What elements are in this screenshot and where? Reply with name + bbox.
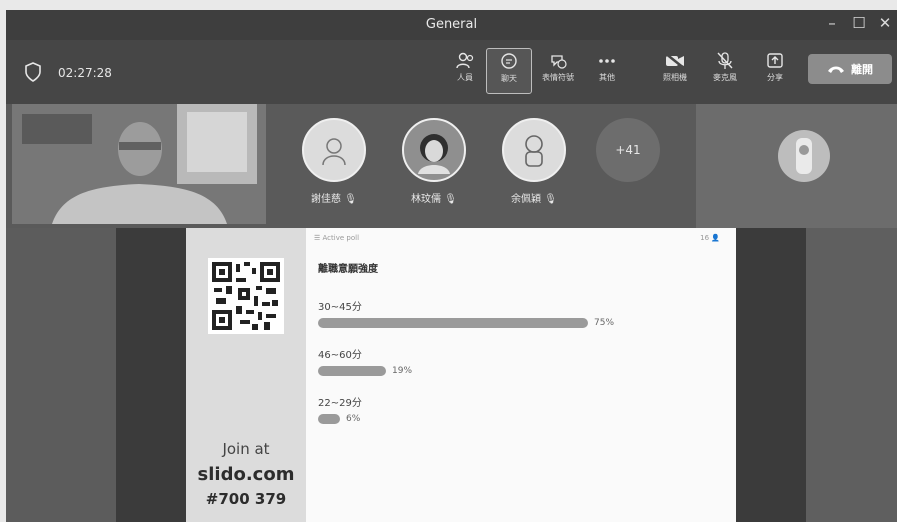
speaker-video-tile[interactable] [12,104,266,224]
reactions-label: 表情符號 [542,73,574,82]
mic-muted-icon: 🎙 [444,194,457,205]
poll-status: ☰ Active poll [314,234,360,242]
participant-name: 林玟儒 🎙 [411,194,457,205]
more-label: 其他 [599,73,615,82]
poll-option-percent: 19% [392,366,413,376]
poll-option-bar [318,414,340,424]
join-at-text: Join at [222,440,270,458]
window-title: General [425,17,478,32]
stage-background-right [806,228,897,522]
people-icon [456,52,474,69]
qr-code-image [208,258,284,334]
chat-button[interactable]: 聊天 [486,48,532,94]
reactions-icon [551,55,567,69]
participant-name: 謝佳慈 🎙 [311,194,357,205]
people-button[interactable]: 人員 [442,48,488,94]
vote-count: 16 👤 [700,234,720,242]
more-participants-button[interactable]: +41 [596,118,660,182]
camera-label: 照相機 [663,73,687,82]
poll-option-percent: 75% [594,318,615,328]
participant-tile[interactable]: 林玟儒 🎙 [394,118,474,205]
poll-option-bar [318,366,386,376]
share-label: 分享 [767,73,783,82]
microphone-button[interactable]: 麥克風 [702,48,748,94]
avatar [402,118,466,182]
share-button[interactable]: 分享 [752,48,798,94]
event-code-text: #700 379 [205,490,287,508]
meeting-toolbar: 02:27:28 人員 聊天 表情符號 其他 照相機 麥克風 分享 離開 [6,40,897,104]
reactions-button[interactable]: 表情符號 [535,48,581,94]
stage-background-left [6,228,116,522]
avatar [502,118,566,182]
microphone-label: 麥克風 [713,73,737,82]
participant-tile[interactable]: 余佩穎 🎙 [494,118,574,205]
poll-panel: ☰ Active poll 16 👤 離職意願強度 30~45分 75% 46~… [306,228,736,522]
people-label: 人員 [457,73,473,82]
slido-join-panel: Join at slido.com #700 379 [186,228,306,522]
title-bar: General – ☐ ✕ [6,10,897,40]
speaker-video-image [12,104,266,224]
mic-muted-icon: 🎙 [344,194,357,205]
more-icon [599,59,615,63]
video-strip: 謝佳慈 🎙 林玟儒 🎙 余佩穎 🎙 +41 [6,104,897,228]
self-video-tile[interactable] [696,104,897,228]
maximize-button[interactable]: ☐ [848,14,870,32]
mic-muted-icon: 🎙 [544,194,557,205]
shield-icon [25,62,41,82]
more-button[interactable]: 其他 [584,48,630,94]
participant-name: 余佩穎 🎙 [511,194,557,205]
meeting-timer: 02:27:28 [58,66,112,80]
poll-option-label: 46~60分 [318,350,362,361]
slido-presentation: Join at slido.com #700 379 ☰ Active poll… [186,228,736,522]
leave-label: 離開 [851,63,873,76]
camera-off-icon [664,52,686,70]
poll-option-label: 30~45分 [318,302,362,313]
minimize-button[interactable]: – [821,14,843,32]
share-icon [767,53,783,68]
hang-up-icon [828,66,844,73]
participant-tile[interactable]: 謝佳慈 🎙 [294,118,374,205]
poll-option: 22~29分 6% [318,394,718,424]
teams-meeting-window: General – ☐ ✕ 02:27:28 人員 聊天 表情符號 其他 照相機… [6,10,897,522]
close-button[interactable]: ✕ [874,14,896,32]
slido-site-text: slido.com [197,464,295,485]
poll-question: 離職意願強度 [318,264,378,275]
poll-option: 46~60分 19% [318,346,718,376]
poll-option-bar [318,318,588,328]
camera-button[interactable]: 照相機 [652,48,698,94]
chat-icon [501,53,517,69]
avatar [302,118,366,182]
self-avatar [778,130,830,182]
poll-option: 30~45分 75% [318,298,718,328]
chat-label: 聊天 [501,74,517,83]
mic-off-icon [717,52,733,69]
shared-content-stage: Join at slido.com #700 379 ☰ Active poll… [6,228,897,522]
poll-option-label: 22~29分 [318,398,362,409]
leave-button[interactable]: 離開 [808,54,892,84]
poll-option-percent: 6% [346,414,361,424]
